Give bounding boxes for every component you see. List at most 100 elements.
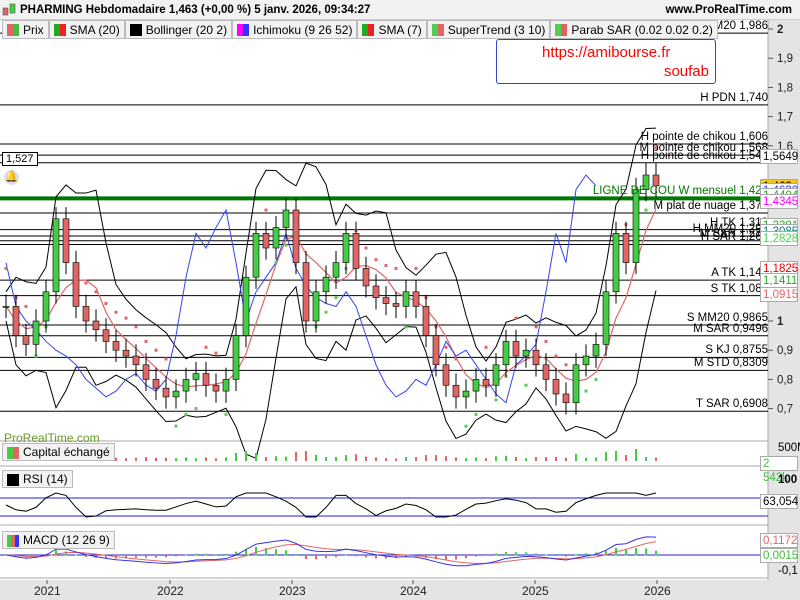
macd-histogram-bar: [305, 555, 307, 560]
volume-swatch-icon: [7, 446, 19, 459]
candle-body: [542, 364, 550, 380]
candle-body: [232, 335, 240, 380]
candle-body: [22, 335, 30, 345]
volume-bar: [255, 453, 257, 461]
legend-item[interactable]: Prix: [2, 20, 49, 39]
legend-item[interactable]: SMA (7): [357, 20, 427, 39]
macd-histogram-bar: [575, 554, 577, 556]
macd-histogram-bar: [385, 555, 387, 559]
macd-axis-label: -0,1: [778, 565, 798, 577]
candle-body: [302, 262, 310, 322]
x-tick-label: 2021: [34, 584, 61, 598]
candle-body: [442, 364, 450, 386]
volume-bar: [595, 457, 597, 461]
candle-body: [272, 227, 280, 249]
macd-histogram-bar: [255, 546, 257, 556]
site-link[interactable]: www.ProRealTime.com: [665, 4, 792, 16]
legend-item[interactable]: SuperTrend (3 10): [426, 20, 551, 39]
volume-bar: [325, 457, 327, 461]
volume-bar: [475, 457, 477, 461]
volume-bar: [355, 454, 357, 461]
sar-dot: [484, 345, 488, 349]
volume-bar: [225, 457, 227, 461]
y-tick-label: 1: [777, 316, 784, 328]
volume-axis-label: 500M: [778, 442, 800, 454]
candle-body: [262, 233, 270, 249]
volume-bar: [285, 456, 287, 461]
sar-dot: [174, 424, 178, 428]
level-label: H pointe de chikou 1,542: [640, 149, 768, 162]
macd-signal-tag: 0,1172: [760, 533, 798, 548]
candle-body: [632, 189, 640, 263]
candle-body: [352, 233, 360, 269]
volume-bar: [315, 455, 317, 461]
y-tick-label: 1,9: [777, 53, 793, 65]
volume-bar: [435, 455, 437, 461]
sar-dot: [214, 351, 218, 355]
legend-item[interactable]: Parab SAR (0.02 0.02 0.2): [550, 20, 718, 39]
candle-body: [252, 233, 260, 278]
volume-bar: [395, 458, 397, 461]
sar-dot: [334, 296, 338, 300]
legend-label: Prix: [23, 23, 44, 37]
sar-dot: [394, 266, 398, 270]
volume-bar: [245, 451, 247, 461]
macd-histogram-bar: [505, 551, 507, 556]
legend-item[interactable]: Bollinger (20 2): [124, 20, 233, 39]
macd-histogram-bar: [375, 555, 377, 559]
chikou-line: [5, 174, 597, 404]
volume-bar: [485, 458, 487, 461]
volume-bar: [385, 458, 387, 461]
sar-dot: [204, 345, 208, 349]
legend-item[interactable]: SMA (20): [48, 20, 125, 39]
macd-histogram-bar: [145, 555, 147, 558]
macd-histogram-bar: [275, 549, 277, 556]
macd-histogram-bar: [135, 555, 137, 558]
legend-item[interactable]: Ichimoku (9 26 52): [232, 20, 358, 39]
macd-histogram-bar: [335, 555, 337, 558]
rsi-value-tag: 63,054: [760, 494, 798, 509]
macd-histogram-bar: [455, 555, 457, 560]
candle-body: [312, 291, 320, 322]
volume-bar: [585, 457, 587, 461]
candle-body: [472, 379, 480, 392]
macd-histogram-bar: [365, 555, 367, 558]
macd-histogram-bar: [155, 555, 157, 558]
sar-dot: [284, 243, 288, 247]
sar-dot: [24, 304, 28, 308]
chart-canvas[interactable]: 21,91,81,71,610,90,80,72021 2022 2023 2024 2…: [0, 20, 800, 600]
y-tick-label: 0,9: [777, 345, 793, 357]
candle-body: [52, 218, 60, 293]
sar-dot: [224, 412, 228, 416]
candle-body: [132, 355, 140, 366]
x-tick-label: 2022: [157, 584, 184, 598]
candle-body: [172, 390, 180, 398]
volume-bar: [335, 457, 337, 461]
macd-panel-title: MACD (12 26 9): [2, 531, 115, 549]
legend-swatch-icon: [53, 24, 66, 36]
macd-title: MACD (12 26 9): [23, 533, 110, 547]
candle-body: [572, 364, 580, 404]
macd-histogram-bar: [35, 555, 37, 557]
macd-hist-tag: 0,0015: [760, 548, 798, 563]
price-tag: 1,0915: [760, 287, 798, 303]
legend-swatch-icon: [129, 24, 142, 36]
volume-bar: [195, 458, 197, 461]
volume-bar: [465, 458, 467, 461]
price-tag: 1,1411: [760, 272, 798, 288]
level-label: M plat de nuage 1,370: [653, 199, 768, 212]
candle-body: [372, 285, 380, 298]
sar-dot: [364, 246, 368, 250]
volume-bar: [375, 457, 377, 461]
sar-dot: [584, 389, 588, 393]
candle-body: [432, 335, 440, 366]
sar-dot: [154, 348, 158, 352]
candle-body: [522, 349, 530, 357]
alert-bell-icon[interactable]: 🔔: [4, 170, 19, 185]
candle-body: [382, 297, 390, 304]
sar-dot: [144, 339, 148, 343]
sar-dot: [644, 208, 648, 212]
sar-dot: [384, 264, 388, 268]
candle-body: [102, 329, 110, 342]
candle-body: [402, 291, 410, 307]
